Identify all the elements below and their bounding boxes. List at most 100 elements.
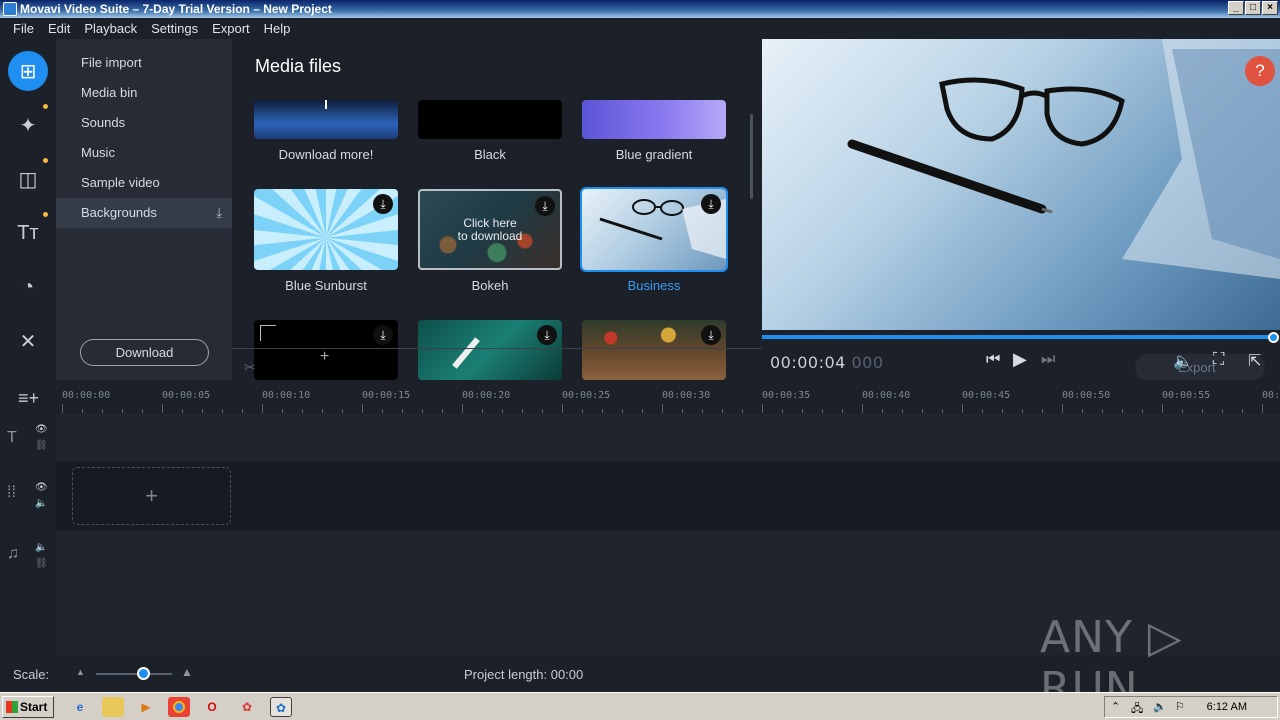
- ruler-tick: [642, 409, 643, 413]
- magic-wand-icon[interactable]: ✦: [8, 105, 48, 145]
- fullscreen-icon[interactable]: ⛶: [1213, 351, 1224, 369]
- media-player-icon[interactable]: ▶: [135, 697, 157, 717]
- visibility-icon[interactable]: 👁: [35, 424, 48, 435]
- scale-slider-knob[interactable]: [137, 667, 150, 680]
- ruler-tick: [522, 409, 523, 413]
- playback-progress[interactable]: [762, 335, 1273, 339]
- start-button[interactable]: Start: [2, 696, 54, 718]
- ruler-tick: [822, 409, 823, 413]
- ruler-tick: [362, 404, 363, 413]
- skip-forward-icon[interactable]: ⏭: [1041, 351, 1055, 369]
- thumb-christmas[interactable]: ⤓: [582, 320, 726, 380]
- titles-icon[interactable]: Tт: [8, 213, 48, 253]
- ruler-tick: [902, 409, 903, 413]
- movavi-suite-icon[interactable]: ✿: [236, 697, 258, 717]
- playhead-knob[interactable]: [1268, 332, 1279, 343]
- ruler-tick: [882, 409, 883, 413]
- window-title: Movavi Video Suite – 7-Day Trial Version…: [20, 2, 332, 16]
- ruler-tick: [1122, 409, 1123, 413]
- preview-player[interactable]: ?: [762, 39, 1280, 330]
- thumb-blue-gradient[interactable]: [582, 100, 726, 139]
- audio-icon[interactable]: 🔈: [35, 542, 47, 553]
- flag-icon[interactable]: ⚐: [1175, 700, 1185, 713]
- network-icon[interactable]: 🖧: [1131, 700, 1143, 719]
- zoom-out-icon[interactable]: ▲: [76, 667, 85, 677]
- popout-icon[interactable]: ⇱: [1248, 351, 1261, 371]
- ruler-tick-label: 00:00:45: [962, 390, 1011, 401]
- minimize-button[interactable]: _: [1228, 1, 1244, 15]
- folder-icon[interactable]: [102, 697, 124, 717]
- maximize-button[interactable]: □: [1245, 1, 1261, 15]
- media-scrollbar[interactable]: [750, 114, 753, 199]
- ruler-tick: [342, 409, 343, 413]
- export-button[interactable]: Export: [1135, 354, 1265, 381]
- ruler-tick: [942, 409, 943, 413]
- ruler-tick: [282, 409, 283, 413]
- volume-tray-icon[interactable]: 🔈: [1153, 700, 1167, 713]
- menu-edit[interactable]: Edit: [41, 21, 77, 36]
- scale-slider-track[interactable]: [96, 673, 172, 675]
- thumb-bokeh[interactable]: ⤓ Click here to download: [418, 189, 562, 270]
- project-length: Project length: 00:00: [464, 667, 584, 682]
- category-backgrounds[interactable]: Backgrounds ⤓: [56, 198, 232, 228]
- chalk-piece: [452, 337, 480, 369]
- download-icon[interactable]: ⤓: [701, 194, 721, 214]
- timeline-ruler[interactable]: ≡+ 00:00:00 00:00:05 00:00:10 00:00:15 00:00…: [0, 380, 1280, 414]
- volume-icon[interactable]: 🔈: [1173, 351, 1193, 371]
- clock: 6:12 AM: [1206, 701, 1247, 713]
- add-media-dropzone[interactable]: +: [72, 467, 231, 525]
- link-icon[interactable]: ⛓: [35, 558, 48, 569]
- chrome-icon[interactable]: [168, 697, 190, 717]
- link-icon[interactable]: ⛓: [35, 440, 48, 451]
- zoom-in-icon[interactable]: ▲: [181, 665, 193, 679]
- menu-help[interactable]: Help: [257, 21, 298, 36]
- download-icon[interactable]: ⤓: [373, 325, 393, 345]
- category-sounds[interactable]: Sounds: [56, 108, 232, 138]
- thumb-dark-frame[interactable]: + ⤓: [254, 320, 398, 380]
- ruler-tick: [962, 404, 963, 413]
- download-icon[interactable]: ⤓: [535, 196, 555, 216]
- thumb-chalkboard[interactable]: ⤓: [418, 320, 562, 380]
- category-file-import[interactable]: File import: [56, 48, 232, 78]
- ruler-tick: [122, 409, 123, 413]
- menu-file[interactable]: File: [6, 21, 41, 36]
- audio-icon[interactable]: 🔈: [35, 498, 47, 509]
- play-icon[interactable]: ▶: [1013, 349, 1027, 370]
- thumb-black[interactable]: [418, 100, 562, 139]
- download-icon[interactable]: ⤓: [373, 194, 393, 214]
- video-track-body[interactable]: +: [56, 462, 1280, 530]
- import-icon[interactable]: ⊞: [8, 51, 48, 91]
- download-icon: ⤓: [216, 205, 222, 220]
- stickers-icon[interactable]: ◔: [8, 267, 48, 307]
- ruler-tick-label: 00:00:30: [662, 390, 711, 401]
- player-controls: 00:00:04 000 Export ⏮ ▶ ⏭ 🔈 ⛶ ⇱: [762, 343, 1280, 381]
- opera-icon[interactable]: O: [201, 697, 223, 717]
- ruler-tick-label: 00:00:25: [562, 390, 611, 401]
- thumb-blue-sunburst[interactable]: ⤓: [254, 189, 398, 270]
- menu-export[interactable]: Export: [205, 21, 257, 36]
- download-icon[interactable]: ⤓: [701, 325, 721, 345]
- category-sample-video[interactable]: Sample video: [56, 168, 232, 198]
- close-button[interactable]: ×: [1262, 1, 1278, 15]
- thumb-download-more[interactable]: [254, 100, 398, 139]
- skip-back-icon[interactable]: ⏮: [986, 351, 1000, 369]
- tray-expand-icon[interactable]: ⌃: [1111, 700, 1120, 713]
- tools-icon[interactable]: ✕: [8, 321, 48, 361]
- ruler-tick: [1182, 409, 1183, 413]
- ruler-tick: [982, 409, 983, 413]
- download-button[interactable]: Download: [80, 339, 209, 366]
- text-track-body[interactable]: [56, 414, 1280, 462]
- ie-icon[interactable]: e: [69, 697, 91, 717]
- category-music[interactable]: Music: [56, 138, 232, 168]
- add-track-icon[interactable]: ≡+: [18, 388, 39, 409]
- help-button[interactable]: ?: [1245, 56, 1275, 86]
- download-icon[interactable]: ⤓: [537, 325, 557, 345]
- thumb-business[interactable]: ⤓: [580, 187, 728, 272]
- menu-playback[interactable]: Playback: [77, 21, 144, 36]
- visibility-icon[interactable]: 👁: [35, 482, 48, 493]
- movavi-active-icon[interactable]: ✿: [270, 697, 292, 717]
- thumb-label: Blue gradient: [615, 147, 693, 162]
- menu-settings[interactable]: Settings: [144, 21, 205, 36]
- transitions-icon[interactable]: ◫: [8, 159, 48, 199]
- category-media-bin[interactable]: Media bin: [56, 78, 232, 108]
